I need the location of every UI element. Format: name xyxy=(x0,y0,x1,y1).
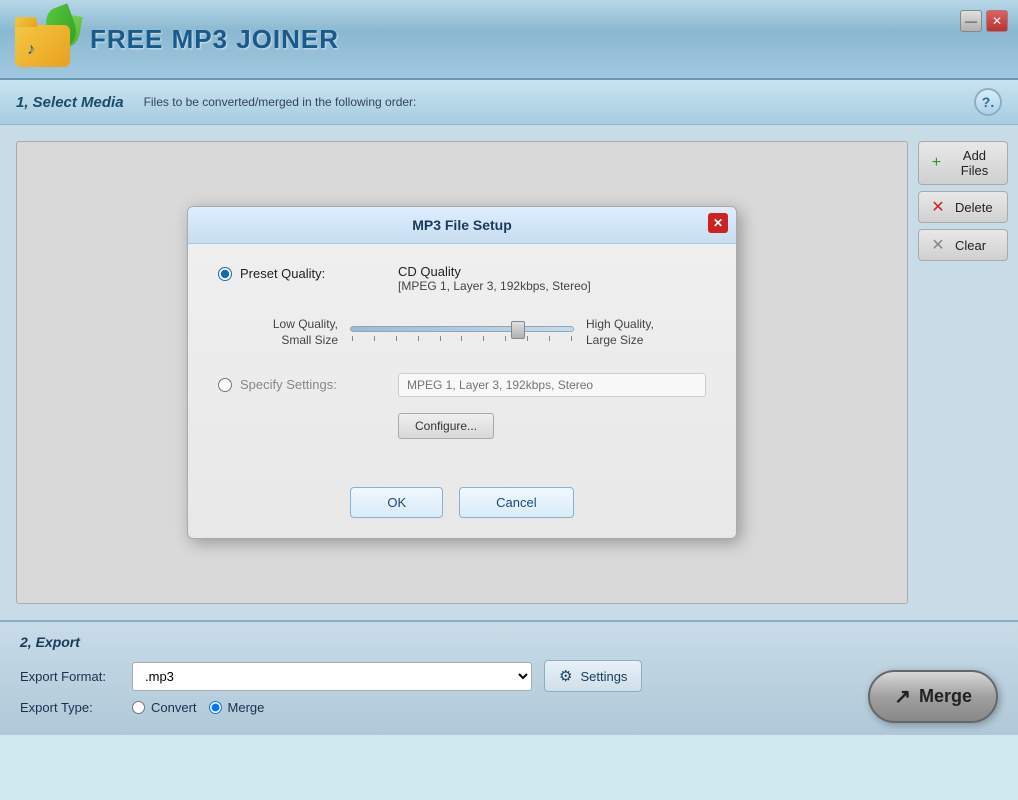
convert-radio[interactable] xyxy=(132,701,145,714)
add-files-button[interactable]: + Add Files xyxy=(918,141,1008,185)
preset-info: CD Quality [MPEG 1, Layer 3, 192kbps, St… xyxy=(398,264,591,293)
mp3-setup-dialog: MP3 File Setup ✕ Preset Quality: CD Qual… xyxy=(187,206,737,538)
tick xyxy=(571,336,572,341)
logo-note: ♪ xyxy=(27,41,35,59)
settings-button[interactable]: ⚙ Settings xyxy=(544,660,642,692)
configure-button[interactable]: Configure... xyxy=(398,413,494,439)
convert-option[interactable]: Convert xyxy=(132,700,197,715)
merge-label: Merge xyxy=(228,700,265,715)
delete-icon: ✕ xyxy=(929,198,947,216)
tick xyxy=(483,336,484,341)
main-area: MP3 File Setup ✕ Preset Quality: CD Qual… xyxy=(0,125,1018,620)
tick xyxy=(418,336,419,341)
merge-button-container: ↗ Merge xyxy=(868,670,998,723)
preset-name: CD Quality xyxy=(398,264,591,279)
slider-ticks xyxy=(350,336,574,341)
preset-detail: [MPEG 1, Layer 3, 192kbps, Stereo] xyxy=(398,279,591,293)
modal-title: MP3 File Setup xyxy=(412,217,512,233)
specify-settings-label: Specify Settings: xyxy=(240,377,337,392)
section1-header: 1, Select Media Files to be converted/me… xyxy=(0,80,1018,125)
specify-settings-radio[interactable] xyxy=(218,378,232,392)
minimize-button[interactable]: — xyxy=(960,10,982,32)
close-button[interactable]: ✕ xyxy=(986,10,1008,32)
quality-slider-container[interactable] xyxy=(338,326,586,341)
clear-button[interactable]: ✕ Clear xyxy=(918,229,1008,261)
section1-description: Files to be converted/merged in the foll… xyxy=(144,95,417,109)
tick xyxy=(549,336,550,341)
export-format-select[interactable]: .mp3 xyxy=(132,662,532,691)
preset-quality-label: Preset Quality: xyxy=(240,266,325,281)
export-type-label: Export Type: xyxy=(20,700,120,715)
specify-settings-row: Specify Settings: xyxy=(218,373,706,397)
slider-label-right: High Quality,Large Size xyxy=(586,317,686,348)
slider-label-left: Low Quality,Small Size xyxy=(238,317,338,348)
clear-label: Clear xyxy=(955,238,986,253)
clear-icon: ✕ xyxy=(929,236,947,254)
preset-quality-label-group: Preset Quality: xyxy=(218,264,378,281)
modal-overlay: MP3 File Setup ✕ Preset Quality: CD Qual… xyxy=(17,142,907,603)
merge-radio[interactable] xyxy=(209,701,222,714)
export-format-row: Export Format: .mp3 ⚙ Settings xyxy=(20,660,998,692)
modal-close-button[interactable]: ✕ xyxy=(708,213,728,233)
slider-track xyxy=(350,326,574,332)
quality-slider-row: Low Quality,Small Size xyxy=(218,317,706,348)
export-title: 2, Export xyxy=(20,634,998,650)
app-logo: ♪ xyxy=(10,7,80,72)
file-list-area: MP3 File Setup ✕ Preset Quality: CD Qual… xyxy=(16,141,908,604)
merge-icon: ↗ xyxy=(894,684,911,709)
modal-footer: OK Cancel xyxy=(188,475,736,538)
specify-settings-label-group: Specify Settings: xyxy=(218,377,378,392)
convert-label: Convert xyxy=(151,700,197,715)
preset-quality-row: Preset Quality: CD Quality [MPEG 1, Laye… xyxy=(218,264,706,293)
section1-title: 1, Select Media xyxy=(16,94,124,111)
merge-button[interactable]: ↗ Merge xyxy=(868,670,998,723)
app-title: FREE MP3 JOINER xyxy=(90,24,339,55)
add-files-label: Add Files xyxy=(952,148,997,178)
tick xyxy=(440,336,441,341)
export-section: 2, Export Export Format: .mp3 ⚙ Settings… xyxy=(0,620,1018,735)
sidebar-buttons: + Add Files ✕ Delete ✕ Clear xyxy=(908,125,1018,620)
preset-quality-radio[interactable] xyxy=(218,267,232,281)
ok-button[interactable]: OK xyxy=(350,487,443,518)
help-button[interactable]: ?. xyxy=(974,88,1002,116)
modal-title-bar: MP3 File Setup ✕ xyxy=(188,207,736,244)
export-format-label: Export Format: xyxy=(20,669,120,684)
tick xyxy=(461,336,462,341)
specify-settings-input[interactable] xyxy=(398,373,706,397)
export-type-row: Export Type: Convert Merge xyxy=(20,700,998,715)
title-bar: ♪ FREE MP3 JOINER — ✕ xyxy=(0,0,1018,80)
slider-thumb[interactable] xyxy=(511,321,525,339)
tick xyxy=(396,336,397,341)
tick xyxy=(527,336,528,341)
settings-label: Settings xyxy=(580,669,627,684)
gear-icon: ⚙ xyxy=(559,667,572,685)
delete-button[interactable]: ✕ Delete xyxy=(918,191,1008,223)
merge-option[interactable]: Merge xyxy=(209,700,265,715)
tick xyxy=(374,336,375,341)
add-icon: + xyxy=(929,154,944,172)
window-controls: — ✕ xyxy=(960,10,1008,32)
delete-label: Delete xyxy=(955,200,993,215)
modal-body: Preset Quality: CD Quality [MPEG 1, Laye… xyxy=(188,244,736,474)
cancel-button[interactable]: Cancel xyxy=(459,487,573,518)
merge-button-label: Merge xyxy=(919,686,972,707)
tick xyxy=(505,336,506,341)
tick xyxy=(352,336,353,341)
